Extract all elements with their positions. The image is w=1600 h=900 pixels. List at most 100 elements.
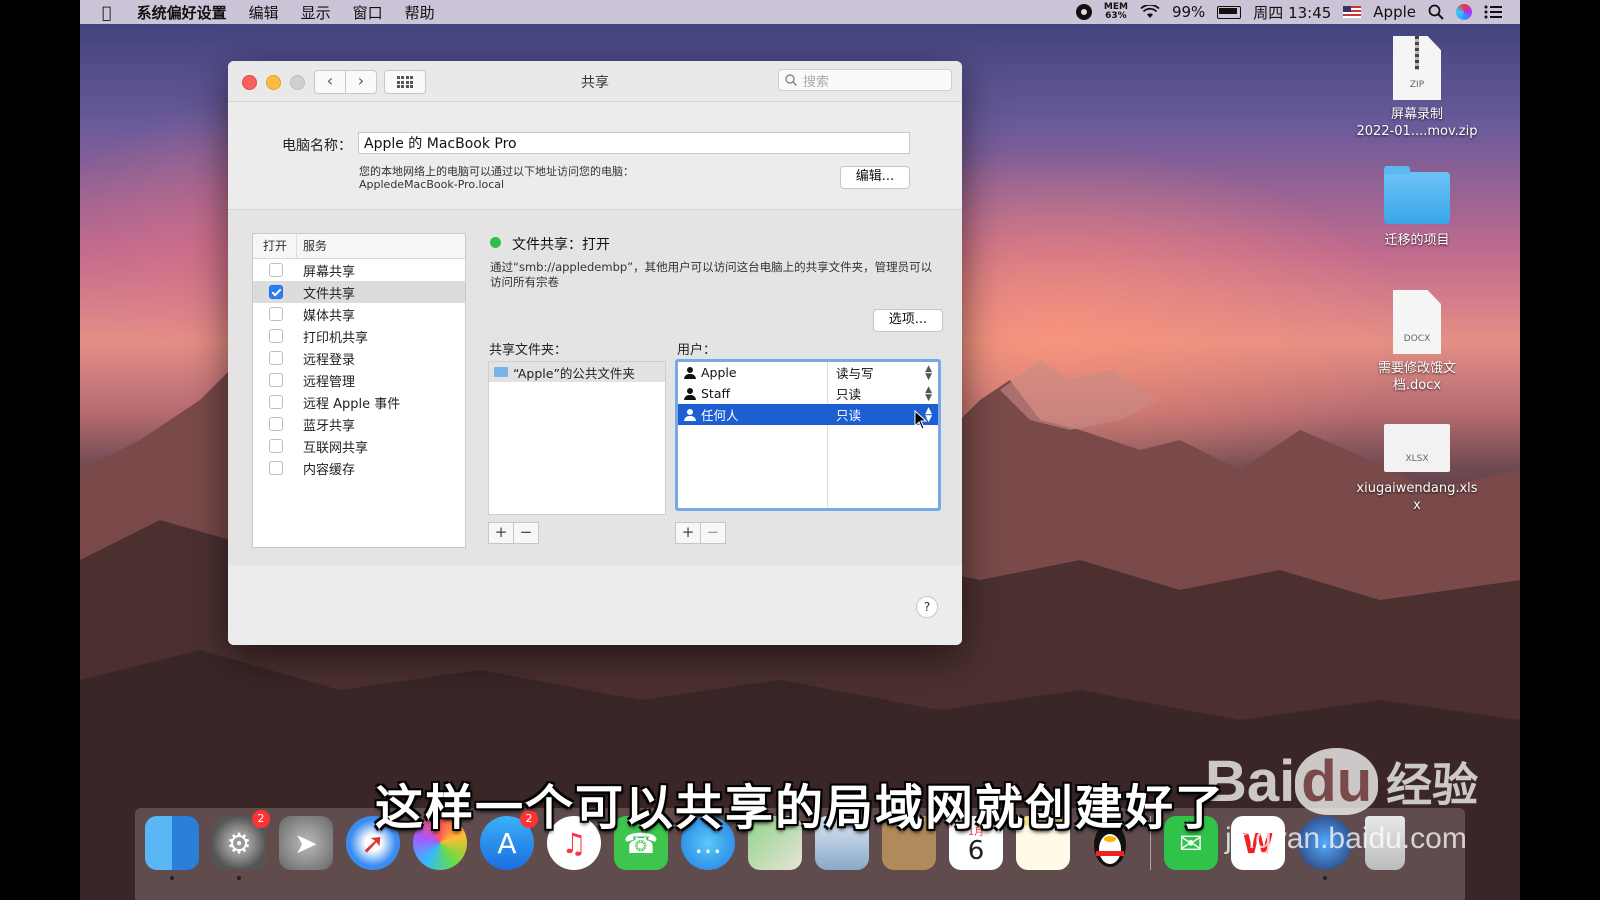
group-icon (684, 408, 696, 421)
folder-add-remove: + − (488, 522, 539, 544)
file-ext-label: DOCX (1403, 334, 1431, 344)
record-icon[interactable] (1075, 4, 1092, 20)
menu-help[interactable]: 帮助 (394, 2, 446, 23)
siri-icon[interactable] (1456, 4, 1472, 20)
file-ext-label: ZIP (1409, 80, 1425, 90)
folder-icon (494, 367, 508, 377)
battery-icon[interactable] (1217, 5, 1242, 19)
wifi-icon[interactable] (1140, 5, 1160, 19)
service-remote-login[interactable]: 远程登录 (253, 347, 465, 369)
service-checkbox[interactable] (269, 285, 283, 299)
service-checkbox[interactable] (269, 439, 283, 453)
folder-icon (1384, 166, 1450, 224)
menu-window[interactable]: 窗口 (342, 2, 394, 23)
service-checkbox[interactable] (269, 417, 283, 431)
service-label: 远程管理 (303, 374, 356, 390)
options-button[interactable]: 选项... (873, 309, 943, 332)
service-screen-sharing[interactable]: 屏幕共享 (253, 259, 465, 281)
user-row-apple[interactable]: Apple 读与写 ▲ ▼ (678, 362, 938, 383)
shared-folders-list[interactable]: “Apple”的公共文件夹 (488, 361, 666, 515)
computer-name-section: 电脑名称： Apple 的 MacBook Pro 您的本地网络上的电脑可以通过… (228, 102, 962, 210)
file-name-line1: xiugaiwendang.xls (1356, 481, 1478, 496)
permission-value: 只读 (836, 387, 862, 402)
user-name: 任何人 (701, 408, 739, 423)
status-text: 文件共享：打开 (512, 237, 610, 253)
service-label: 蓝牙共享 (303, 418, 356, 434)
spotlight-search-icon[interactable] (1428, 4, 1444, 20)
user-name: Staff (701, 386, 731, 401)
permission-popup[interactable]: 读与写 ▲ ▼ (828, 363, 938, 382)
service-label: 互联网共享 (303, 440, 369, 456)
column-header-on[interactable]: 打开 (253, 234, 297, 258)
service-label: 远程登录 (303, 352, 356, 368)
clock[interactable]: 周四 13:45 (1253, 2, 1331, 23)
remove-folder-button[interactable]: − (514, 522, 539, 544)
sharing-description: 通过“smb://appledembp”，其他用户可以访问这台电脑上的共享文件夹… (490, 260, 933, 289)
service-checkbox[interactable] (269, 461, 283, 475)
user-add-remove: + − (675, 522, 726, 544)
xlsx-file-icon: XLSX (1384, 424, 1450, 472)
service-checkbox[interactable] (269, 395, 283, 409)
menu-app-name[interactable]: 系统偏好设置 (126, 2, 238, 23)
service-checkbox[interactable] (269, 263, 283, 277)
service-label: 屏幕共享 (303, 264, 356, 280)
add-user-button[interactable]: + (675, 522, 701, 544)
service-bluetooth-sharing[interactable]: 蓝牙共享 (253, 413, 465, 435)
service-content-caching[interactable]: 内容缓存 (253, 457, 465, 479)
window-footer: ? (228, 566, 962, 645)
user-menu[interactable]: Apple (1373, 3, 1416, 21)
service-label: 远程 Apple 事件 (303, 396, 401, 412)
edit-button[interactable]: 编辑... (840, 166, 910, 189)
folder-name: 迁移的项目 (1384, 233, 1450, 248)
apple-logo-icon[interactable]:  (80, 3, 126, 22)
user-row-staff[interactable]: Staff 只读 ▲ ▼ (678, 383, 938, 404)
help-button[interactable]: ? (916, 596, 938, 618)
service-label: 打印机共享 (303, 330, 369, 346)
add-folder-button[interactable]: + (488, 522, 514, 544)
shared-folder-name: “Apple”的公共文件夹 (513, 365, 635, 381)
permission-value: 读与写 (836, 366, 874, 381)
desktop-file-xlsx[interactable]: XLSX xiugaiwendang.xls x (1352, 424, 1482, 514)
menu-view[interactable]: 显示 (290, 2, 342, 23)
service-checkbox[interactable] (269, 351, 283, 365)
docx-file-icon: DOCX (1393, 290, 1441, 354)
service-remote-apple-events[interactable]: 远程 Apple 事件 (253, 391, 465, 413)
file-name-line1: 需要修改饿文 (1377, 361, 1456, 376)
shared-folders-label: 共享文件夹： (489, 343, 568, 358)
computer-name-input[interactable]: Apple 的 MacBook Pro (358, 132, 910, 154)
user-row-everyone[interactable]: 任何人 只读 ▲ ▼ (678, 404, 938, 425)
service-printer-sharing[interactable]: 打印机共享 (253, 325, 465, 347)
notification-center-icon[interactable] (1484, 5, 1502, 19)
input-source-flag-icon[interactable] (1343, 6, 1362, 18)
file-name-line2: x (1413, 498, 1421, 513)
users-list[interactable]: Apple 读与写 ▲ ▼ Staff 只读 ▲ ▼ 任何人 只读 ▲ ▼ (675, 359, 941, 511)
local-hostname: AppledeMacBook-Pro.local (359, 178, 505, 191)
service-label: 文件共享 (303, 286, 356, 302)
mouse-pointer-icon (914, 410, 928, 430)
service-checkbox[interactable] (269, 307, 283, 321)
service-remote-management[interactable]: 远程管理 (253, 369, 465, 391)
file-name-line2: 2022-01....mov.zip (1356, 124, 1478, 139)
title-bar: ‹ › 共享 搜索 (228, 61, 962, 102)
battery-percent[interactable]: 99% (1172, 3, 1205, 21)
service-checkbox[interactable] (269, 373, 283, 387)
file-name-line2: 档.docx (1392, 378, 1442, 393)
file-name-line1: 屏幕录制 (1390, 107, 1443, 122)
menu-edit[interactable]: 编辑 (238, 2, 290, 23)
desktop-folder-migrated[interactable]: 迁移的项目 (1352, 166, 1482, 249)
group-icon (684, 387, 696, 400)
permission-popup[interactable]: 只读 ▲ ▼ (828, 384, 938, 403)
service-file-sharing[interactable]: 文件共享 (253, 281, 465, 303)
service-checkbox[interactable] (269, 329, 283, 343)
desktop-file-zip[interactable]: ZIP 屏幕录制 2022-01....mov.zip (1352, 36, 1482, 140)
service-media-sharing[interactable]: 媒体共享 (253, 303, 465, 325)
service-internet-sharing[interactable]: 互联网共享 (253, 435, 465, 457)
remove-user-button[interactable]: − (701, 522, 726, 544)
shared-folder-item[interactable]: “Apple”的公共文件夹 (489, 362, 665, 382)
updown-chevron-icon: ▲ ▼ (925, 385, 932, 403)
memory-indicator[interactable]: MEM 63% (1104, 3, 1128, 21)
desktop-file-docx[interactable]: DOCX 需要修改饿文 档.docx (1352, 290, 1482, 394)
search-field[interactable]: 搜索 (778, 69, 952, 91)
column-header-service[interactable]: 服务 (297, 234, 327, 258)
services-header: 打开 服务 (253, 234, 465, 259)
